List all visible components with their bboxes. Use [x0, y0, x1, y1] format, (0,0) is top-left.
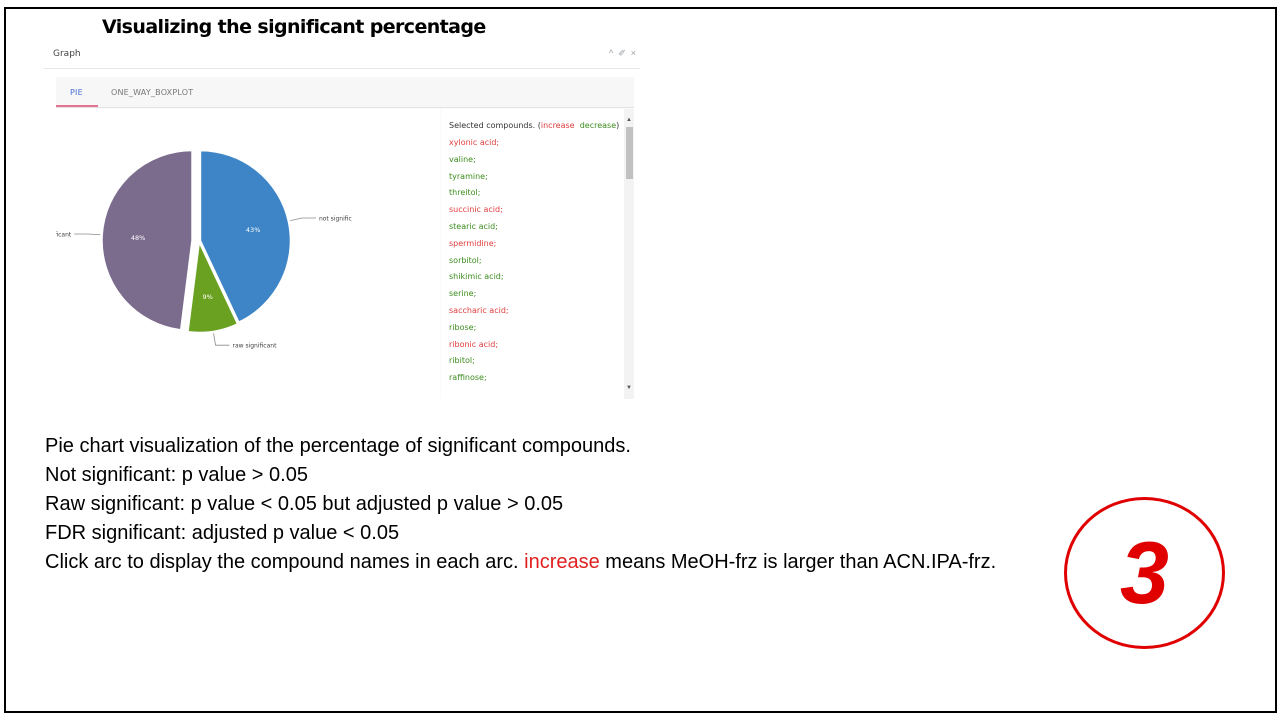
compound-list-item[interactable]: threitol; [449, 188, 619, 205]
list-header-suffix: ) [616, 121, 620, 130]
compound-list-item[interactable]: tyramine; [449, 172, 619, 189]
wrench-icon[interactable]: ✐ [618, 48, 626, 58]
step-number-badge: 3 [1064, 497, 1225, 649]
caption-line-2: Not significant: p value > 0.05 [45, 464, 308, 486]
compound-list-item[interactable]: ribitol; [449, 356, 619, 373]
pie-leader-line [290, 217, 316, 221]
compound-list-item[interactable]: ribose; [449, 323, 619, 340]
widget-title: Graph [53, 49, 81, 59]
tab-bar: PIE ONE_WAY_BOXPLOT [56, 77, 634, 108]
close-icon[interactable]: × [631, 48, 636, 58]
caption-line-4: FDR significant: adjusted p value < 0.05 [45, 522, 400, 544]
compound-list-item[interactable]: serine; [449, 289, 619, 306]
caption-line-1: Pie chart visualization of the percentag… [45, 435, 631, 457]
tab-one-way-boxplot[interactable]: ONE_WAY_BOXPLOT [111, 88, 193, 97]
increase-legend: increase [540, 121, 575, 130]
compound-list-item[interactable]: stearic acid; [449, 222, 619, 239]
caption-line-5-tail: means MeOH-frz is larger than ACN.IPA-fr… [599, 551, 997, 573]
pie-leader-line [74, 233, 101, 236]
pie-slice-value-label: 48% [131, 234, 145, 242]
step-number: 3 [1120, 523, 1169, 622]
compound-list-panel: Selected compounds. (increase decrease) … [441, 109, 634, 399]
pie-slice-2[interactable] [101, 149, 193, 331]
compound-list-item[interactable]: succinic acid; [449, 205, 619, 222]
pie-slice-value-label: 9% [203, 293, 213, 301]
list-header-prefix: Selected compounds. ( [449, 121, 541, 130]
pie-slice-category-label: ignificant [56, 232, 72, 239]
active-tab-indicator [56, 105, 98, 107]
caption-increase-word: increase [524, 551, 600, 573]
widget-controls: ^ ✐ × [609, 48, 636, 58]
slide-title: Visualizing the significant percentage [102, 16, 486, 38]
scrollbar[interactable]: ▲ ▼ [624, 109, 634, 399]
compound-list-item[interactable]: ribonic acid; [449, 340, 619, 357]
caption-line-5: Click arc to display the compound names … [45, 548, 1145, 577]
compound-list-item[interactable]: shikimic acid; [449, 272, 619, 289]
caption-line-3: Raw significant: p value < 0.05 but adju… [45, 493, 564, 515]
compound-list-item[interactable]: spermidine; [449, 239, 619, 256]
tab-pie[interactable]: PIE [70, 88, 83, 97]
compound-list-item[interactable]: sorbitol; [449, 256, 619, 273]
compound-list: xylonic acid; valine; tyramine; threitol; su… [449, 138, 619, 390]
compound-list-item[interactable]: saccharic acid; [449, 306, 619, 323]
pie-slice-value-label: 43% [246, 226, 260, 234]
pie-slice-category-label: not signific [319, 215, 352, 222]
pie-leader-line [213, 333, 230, 346]
scroll-up-arrow-icon[interactable]: ▲ [626, 117, 632, 123]
compound-list-header: Selected compounds. (increase decrease) [449, 121, 619, 130]
graph-widget: Graph ^ ✐ × PIE ONE_WAY_BOXPLOT 43% not s… [44, 40, 644, 402]
pie-chart: 43% not signific 9% raw significant 48% ignif… [56, 149, 352, 350]
caption: Pie chart visualization of the percentag… [45, 432, 1145, 577]
collapse-icon[interactable]: ^ [609, 48, 613, 58]
scroll-thumb[interactable] [626, 127, 633, 179]
compound-list-item[interactable]: xylonic acid; [449, 138, 619, 155]
pie-slice-category-label: raw significant [233, 343, 278, 350]
widget-body: PIE ONE_WAY_BOXPLOT 43% not signific 9% raw… [56, 77, 634, 399]
compound-list-item[interactable]: valine; [449, 155, 619, 172]
list-fade [441, 387, 621, 399]
widget-header: Graph ^ ✐ × [44, 40, 640, 69]
decrease-legend: decrease [579, 121, 617, 130]
caption-line-5-text: Click arc to display the compound names … [45, 551, 525, 573]
pie-chart-area: 43% not signific 9% raw significant 48% ignif… [56, 109, 440, 399]
scroll-down-arrow-icon[interactable]: ▼ [626, 385, 632, 391]
